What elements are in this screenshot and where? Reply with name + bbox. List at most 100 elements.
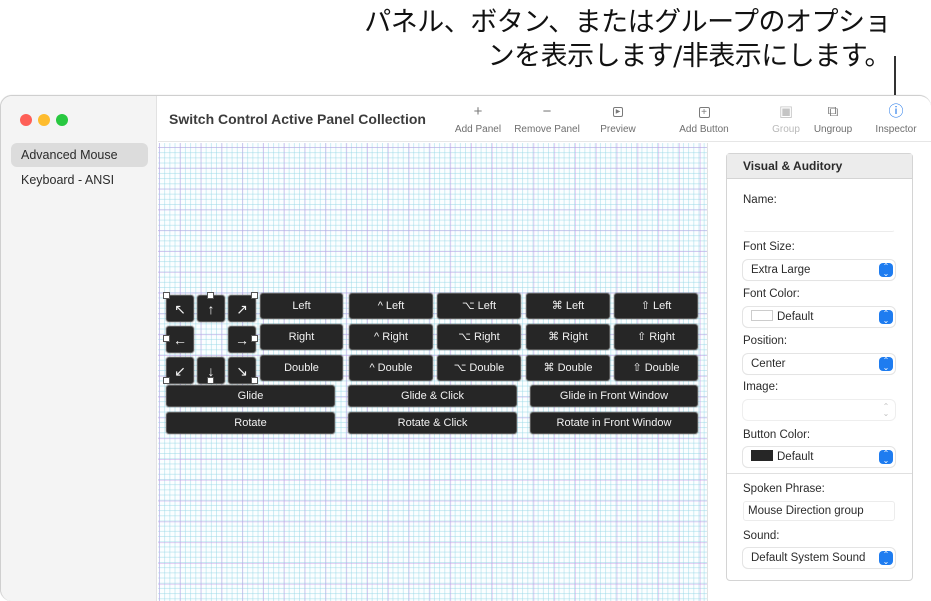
stepper-chevron-icon: ⌃ ⌄ — [879, 357, 893, 372]
cmd-right-click-button[interactable]: ⌘ Right — [526, 324, 610, 350]
rotate-in-front-window-button[interactable]: Rotate in Front Window — [530, 412, 698, 434]
option-right-click-button[interactable]: ⌥ Right — [437, 324, 521, 350]
shift-double-click-button[interactable]: ⇧ Double — [614, 355, 698, 381]
glide-button[interactable]: Glide — [166, 385, 335, 407]
callout-text: パネル、ボタン、またはグループのオプショ ンを表示します/非表示にします。 — [364, 7, 891, 72]
ctrl-left-click-button[interactable]: ^ Left — [349, 293, 433, 319]
font-size-value: Extra Large — [751, 264, 811, 276]
down-right-arrow-icon: ↘ — [236, 363, 248, 379]
inspector-button[interactable]: ⓘ Inspector — [870, 103, 922, 136]
sound-label: Sound: — [743, 530, 780, 542]
sidebar-item-keyboard-ansi[interactable]: Keyboard - ANSI — [11, 168, 148, 192]
app-window: Advanced Mouse Keyboard - ANSI Switch Co… — [0, 95, 931, 601]
spoken-phrase-label: Spoken Phrase: — [743, 483, 825, 495]
position-value: Center — [751, 358, 786, 370]
up-arrow-icon: ↑ — [207, 301, 215, 317]
position-label: Position: — [743, 335, 788, 347]
group-icon: ▣ — [778, 103, 794, 120]
stepper-chevron-icon: ⌃ ⌄ — [882, 402, 890, 418]
up-arrow-button[interactable]: ↑ — [197, 295, 225, 322]
sidebar-item-advanced-mouse[interactable]: Advanced Mouse — [11, 143, 148, 167]
selection-handle-top-right[interactable] — [251, 292, 258, 299]
panel-canvas[interactable]: ↖ ↑ ↗ ← → ↙ ↓ ↘ Left ^ Left ⌥ Left ⌘ Lef… — [158, 143, 708, 601]
add-panel-label: Add Panel — [454, 124, 502, 135]
preview-icon-glyph: ▶ — [613, 106, 623, 117]
ctrl-right-click-button[interactable]: ^ Right — [349, 324, 433, 350]
spoken-phrase-field[interactable]: Mouse Direction group — [743, 501, 895, 521]
down-left-arrow-button[interactable]: ↙ — [166, 357, 194, 384]
ungroup-icon: ⧉ — [827, 103, 839, 120]
sound-select[interactable]: Default System Sound ⌃ ⌄ — [743, 548, 895, 568]
left-click-button[interactable]: Left — [260, 293, 343, 319]
minimize-window-button[interactable] — [38, 114, 50, 126]
up-left-arrow-icon: ↖ — [174, 301, 186, 317]
cmd-double-click-button[interactable]: ⌘ Double — [526, 355, 610, 381]
add-button-icon: + — [674, 104, 734, 120]
ungroup-button[interactable]: ⧉ Ungroup — [810, 103, 856, 136]
add-panel-button[interactable]: + Add Panel — [448, 103, 508, 136]
right-arrow-icon: → — [235, 332, 249, 348]
option-left-click-button[interactable]: ⌥ Left — [437, 293, 521, 319]
font-color-label: Font Color: — [743, 288, 800, 300]
up-left-arrow-button[interactable]: ↖ — [166, 295, 194, 322]
selection-handle-left[interactable] — [163, 335, 170, 342]
image-label: Image: — [743, 381, 779, 393]
visual-auditory-section: Visual & Auditory Name: Font Size: Extra… — [726, 153, 913, 581]
button-color-value: Default — [777, 451, 814, 463]
selection-handle-right[interactable] — [251, 335, 258, 342]
preview-button[interactable]: ▶ Preview — [594, 104, 642, 135]
font-size-select[interactable]: Extra Large ⌃ ⌄ — [743, 260, 895, 280]
inspector-label: Inspector — [875, 124, 917, 135]
rotate-and-click-button[interactable]: Rotate & Click — [348, 412, 517, 434]
plus-icon: + — [473, 103, 483, 120]
window-title: Switch Control Active Panel Collection — [169, 111, 426, 127]
left-arrow-button[interactable]: ← — [166, 326, 194, 353]
preview-label: Preview — [600, 124, 636, 135]
selection-handle-bottom-right[interactable] — [251, 377, 258, 384]
down-left-arrow-icon: ↙ — [174, 363, 186, 379]
info-icon: ⓘ — [888, 103, 904, 120]
close-window-button[interactable] — [20, 114, 32, 126]
shift-right-click-button[interactable]: ⇧ Right — [614, 324, 698, 350]
group-label: Group — [772, 124, 800, 135]
button-color-select[interactable]: Default ⌃ ⌄ — [743, 447, 895, 467]
glide-and-click-button[interactable]: Glide & Click — [348, 385, 517, 407]
left-arrow-icon: ← — [173, 332, 187, 348]
stepper-chevron-icon: ⌃ ⌄ — [879, 310, 893, 325]
toolbar: Switch Control Active Panel Collection +… — [158, 96, 931, 142]
stepper-chevron-icon: ⌃ ⌄ — [879, 263, 893, 278]
up-right-arrow-button[interactable]: ↗ — [228, 295, 256, 322]
ctrl-double-click-button[interactable]: ^ Double — [349, 355, 433, 381]
font-size-label: Font Size: — [743, 241, 795, 253]
add-button-button[interactable]: + Add Button — [674, 104, 734, 135]
right-click-button[interactable]: Right — [260, 324, 343, 350]
section-title: Visual & Auditory — [727, 154, 912, 179]
font-color-value: Default — [777, 311, 814, 323]
cmd-left-click-button[interactable]: ⌘ Left — [526, 293, 610, 319]
selection-handle-bottom[interactable] — [207, 377, 214, 384]
font-color-select[interactable]: Default ⌃ ⌄ — [743, 307, 895, 327]
shift-left-click-button[interactable]: ⇧ Left — [614, 293, 698, 319]
group-button[interactable]: ▣ Group — [768, 103, 804, 136]
button-color-swatch — [751, 450, 773, 461]
ungroup-label: Ungroup — [813, 124, 853, 135]
window-controls — [20, 114, 68, 126]
selection-handle-top-left[interactable] — [163, 292, 170, 299]
section-divider — [727, 473, 912, 474]
add-button-icon-glyph: + — [698, 106, 710, 118]
image-select[interactable]: ⌃ ⌄ — [743, 400, 895, 420]
selection-handle-bottom-left[interactable] — [163, 377, 170, 384]
remove-panel-button[interactable]: − Remove Panel — [512, 103, 582, 136]
name-field[interactable] — [743, 212, 895, 232]
glide-in-front-window-button[interactable]: Glide in Front Window — [530, 385, 698, 407]
rotate-button[interactable]: Rotate — [166, 412, 335, 434]
position-select[interactable]: Center ⌃ ⌄ — [743, 354, 895, 374]
selection-handle-top[interactable] — [207, 292, 214, 299]
minus-icon: − — [542, 103, 552, 120]
zoom-window-button[interactable] — [56, 114, 68, 126]
stepper-chevron-icon: ⌃ ⌄ — [879, 450, 893, 465]
up-right-arrow-icon: ↗ — [236, 301, 248, 317]
double-click-button[interactable]: Double — [260, 355, 343, 381]
name-label: Name: — [743, 194, 777, 206]
option-double-click-button[interactable]: ⌥ Double — [437, 355, 521, 381]
